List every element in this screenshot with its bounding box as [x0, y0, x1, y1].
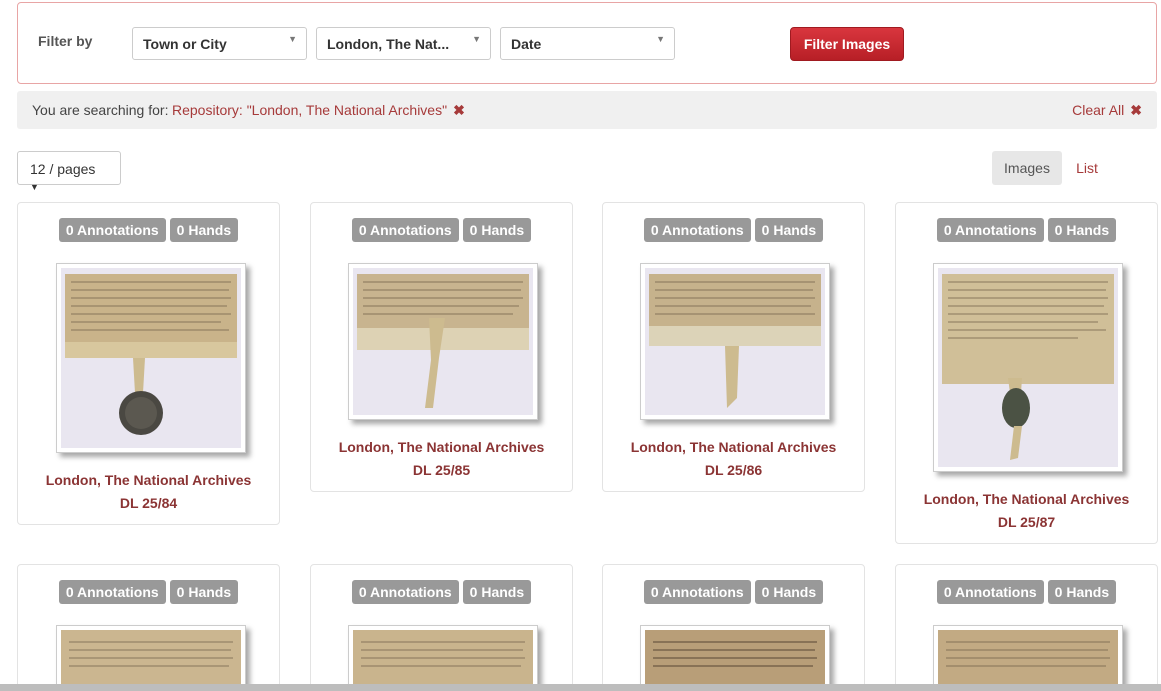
- hands-badge: 0 Hands: [462, 218, 532, 242]
- annotations-badge: 0 Annotations: [643, 580, 751, 604]
- search-summary-bar: You are searching for: Repository: "Lond…: [17, 91, 1157, 129]
- charter-thumbnail[interactable]: [348, 625, 538, 691]
- image-card[interactable]: 0 Annotations 0 Hands: [895, 564, 1158, 691]
- image-card[interactable]: 0 Annotations 0 Hands: [310, 564, 573, 691]
- card-caption[interactable]: London, The National Archives DL 25/85: [311, 436, 572, 482]
- charter-image: [61, 268, 241, 448]
- annotations-badge: 0 Annotations: [58, 580, 166, 604]
- hands-badge: 0 Hands: [754, 218, 824, 242]
- shelfmark: DL 25/86: [704, 462, 763, 478]
- view-list-link[interactable]: List: [1066, 151, 1108, 185]
- image-card[interactable]: 0 Annotations 0 Hands London, The Nation…: [602, 202, 865, 492]
- annotations-badge: 0 Annotations: [936, 218, 1044, 242]
- charter-thumbnail[interactable]: [348, 263, 538, 420]
- hands-badge: 0 Hands: [169, 218, 239, 242]
- image-card[interactable]: 0 Annotations 0 Hands London, The Nation…: [310, 202, 573, 492]
- horizontal-scrollbar[interactable]: [0, 684, 1161, 691]
- annotations-badge: 0 Annotations: [936, 580, 1044, 604]
- image-card[interactable]: 0 Annotations 0 Hands: [602, 564, 865, 691]
- filter-panel: Filter by Town or City ▼ London, The Nat…: [17, 2, 1157, 84]
- card-badges: 0 Annotations 0 Hands: [896, 218, 1157, 242]
- search-prefix: You are searching for:: [32, 102, 169, 118]
- card-badges: 0 Annotations 0 Hands: [18, 580, 279, 604]
- image-card[interactable]: 0 Annotations 0 Hands London, The Nation…: [17, 202, 280, 525]
- charter-thumbnail[interactable]: [640, 625, 830, 691]
- hands-badge: 0 Hands: [1047, 218, 1117, 242]
- repository-select-value: London, The Nat...: [327, 36, 450, 52]
- charter-image: [938, 630, 1118, 691]
- card-caption[interactable]: London, The National Archives DL 25/84: [18, 469, 279, 515]
- card-caption[interactable]: London, The National Archives DL 25/87: [896, 488, 1157, 534]
- clear-all-link[interactable]: Clear All ✖: [1072, 102, 1142, 119]
- view-images-button[interactable]: Images: [992, 151, 1062, 185]
- hands-badge: 0 Hands: [462, 580, 532, 604]
- card-badges: 0 Annotations 0 Hands: [603, 580, 864, 604]
- charter-thumbnail[interactable]: [933, 263, 1123, 472]
- image-card[interactable]: 0 Annotations 0 Hands London, The Nation…: [895, 202, 1158, 544]
- repository-name: London, The National Archives: [923, 491, 1130, 507]
- shelfmark: DL 25/85: [412, 462, 471, 478]
- image-card[interactable]: 0 Annotations 0 Hands: [17, 564, 280, 691]
- chevron-down-icon: ▼: [656, 34, 665, 44]
- annotations-badge: 0 Annotations: [643, 218, 751, 242]
- charter-thumbnail[interactable]: [933, 625, 1123, 691]
- filter-images-button[interactable]: Filter Images: [790, 27, 904, 61]
- search-term-tag[interactable]: Repository: "London, The National Archiv…: [172, 102, 465, 119]
- card-badges: 0 Annotations 0 Hands: [311, 218, 572, 242]
- date-select-value: Date: [511, 36, 542, 52]
- annotations-badge: 0 Annotations: [351, 580, 459, 604]
- chevron-down-icon: ▼: [288, 34, 297, 44]
- card-badges: 0 Annotations 0 Hands: [18, 218, 279, 242]
- repository-name: London, The National Archives: [45, 472, 252, 488]
- search-term-label: Repository: "London, The National Archiv…: [172, 102, 448, 118]
- charter-image: [353, 268, 533, 415]
- charter-thumbnail[interactable]: [640, 263, 830, 420]
- shelfmark: DL 25/84: [119, 495, 178, 511]
- per-page-dropdown[interactable]: 12 / pages ▼: [17, 151, 121, 192]
- charter-thumbnail[interactable]: [56, 625, 246, 691]
- hands-badge: 0 Hands: [169, 580, 239, 604]
- charter-image: [645, 630, 825, 691]
- caret-down-icon: ▼: [30, 182, 39, 192]
- card-badges: 0 Annotations 0 Hands: [311, 580, 572, 604]
- times-icon[interactable]: ✖: [453, 102, 465, 118]
- shelfmark: DL 25/87: [997, 514, 1056, 530]
- repository-select[interactable]: London, The Nat... ▼: [316, 27, 491, 60]
- card-badges: 0 Annotations 0 Hands: [603, 218, 864, 242]
- card-caption[interactable]: London, The National Archives DL 25/86: [603, 436, 864, 482]
- chevron-down-icon: ▼: [472, 34, 481, 44]
- repository-name: London, The National Archives: [630, 439, 837, 455]
- hands-badge: 0 Hands: [754, 580, 824, 604]
- charter-image: [61, 630, 241, 691]
- charter-thumbnail[interactable]: [56, 263, 246, 453]
- hands-badge: 0 Hands: [1047, 580, 1117, 604]
- per-page-label: 12 / pages: [30, 161, 96, 177]
- annotations-badge: 0 Annotations: [58, 218, 166, 242]
- card-badges: 0 Annotations 0 Hands: [896, 580, 1157, 604]
- filter-label: Filter by: [38, 33, 93, 49]
- charter-image: [938, 268, 1118, 467]
- annotations-badge: 0 Annotations: [351, 218, 459, 242]
- charter-image: [645, 268, 825, 415]
- charter-image: [353, 630, 533, 691]
- repository-name: London, The National Archives: [338, 439, 545, 455]
- times-icon: ✖: [1130, 102, 1142, 118]
- date-select[interactable]: Date ▼: [500, 27, 675, 60]
- town-or-city-select[interactable]: Town or City ▼: [132, 27, 307, 60]
- clear-all-label: Clear All: [1072, 102, 1125, 118]
- town-or-city-select-value: Town or City: [143, 36, 227, 52]
